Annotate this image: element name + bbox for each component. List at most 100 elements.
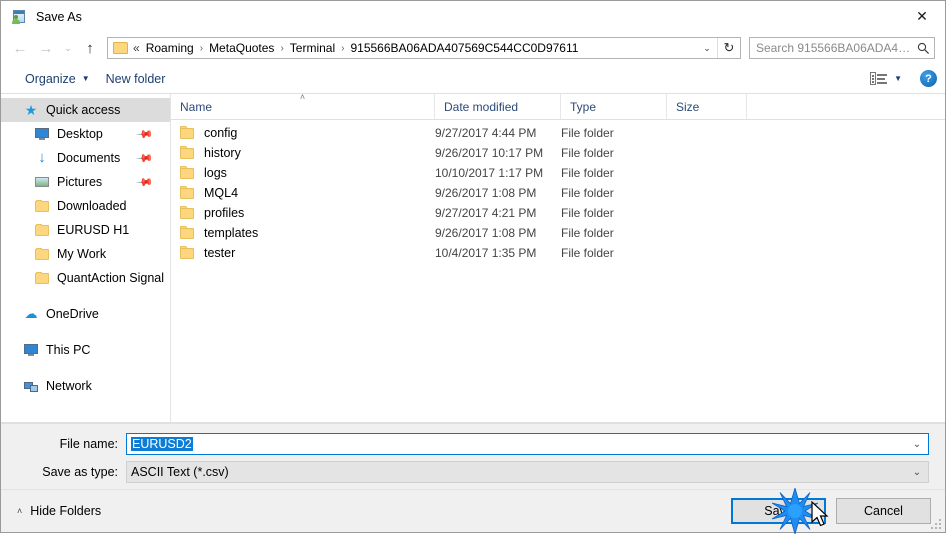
- sidebar-item-downloaded[interactable]: Downloaded: [1, 194, 170, 218]
- sidebar-item-label: Documents: [57, 151, 121, 165]
- sidebar-item-desktop[interactable]: Desktop 📌: [1, 122, 170, 146]
- column-header-label: Date modified: [444, 99, 519, 114]
- folder-icon: [180, 186, 196, 200]
- file-name-label: templates: [204, 226, 259, 240]
- column-header-date-modified[interactable]: Date modified: [435, 94, 561, 119]
- file-date-cell: 9/27/2017 4:21 PM: [435, 206, 537, 220]
- sidebar-item-eurusd-h1[interactable]: EURUSD H1: [1, 218, 170, 242]
- search-box[interactable]: Search 915566BA06ADA40756...: [749, 37, 935, 59]
- table-row[interactable]: templates 9/26/2017 1:08 PM File folder: [171, 223, 945, 243]
- organize-button[interactable]: Organize ▼: [17, 69, 98, 89]
- picture-icon: [34, 174, 50, 190]
- up-icon[interactable]: ↑: [77, 35, 103, 61]
- sidebar-item-label: My Work: [57, 247, 107, 261]
- save-as-type-value: ASCII Text (*.csv): [131, 465, 229, 479]
- file-name-value[interactable]: EURUSD2: [127, 437, 906, 451]
- navigation-bar: ← → ⌄ ↑ « Roaming › MetaQuotes › Termina…: [1, 32, 945, 64]
- sidebar-item-label: OneDrive: [46, 307, 99, 321]
- file-type-cell: File folder: [561, 186, 614, 200]
- search-input[interactable]: Search 915566BA06ADA40756...: [750, 41, 912, 55]
- sidebar-item-label: Network: [46, 379, 92, 393]
- breadcrumb-item-terminal[interactable]: Terminal: [286, 39, 339, 57]
- close-icon[interactable]: ✕: [899, 1, 945, 31]
- table-row[interactable]: profiles 9/27/2017 4:21 PM File folder: [171, 203, 945, 223]
- file-name-row: File name: EURUSD2 ⌄: [1, 433, 945, 455]
- sidebar-item-label: Quick access: [46, 103, 121, 117]
- breadcrumb-separator[interactable]: ›: [278, 43, 285, 54]
- pin-icon[interactable]: 📌: [136, 149, 155, 167]
- table-row[interactable]: history 9/26/2017 10:17 PM File folder: [171, 143, 945, 163]
- column-header-name[interactable]: ˄ Name: [171, 92, 435, 119]
- breadcrumb-overflow[interactable]: «: [131, 39, 142, 57]
- address-bar[interactable]: « Roaming › MetaQuotes › Terminal › 9155…: [107, 37, 741, 59]
- file-name-label: MQL4: [204, 186, 239, 200]
- sidebar-item-my-work[interactable]: My Work: [1, 242, 170, 266]
- column-header-label: Size: [676, 99, 700, 114]
- cloud-icon: ☁: [24, 306, 38, 321]
- pin-icon[interactable]: 📌: [136, 125, 155, 143]
- sidebar-item-label: Pictures: [57, 175, 103, 189]
- table-row[interactable]: tester 10/4/2017 1:35 PM File folder: [171, 243, 945, 263]
- dialog-body: ★ Quick access Desktop 📌 ↓ Documents 📌 P…: [1, 92, 945, 423]
- column-header-size[interactable]: Size: [667, 94, 747, 119]
- save-as-dialog: Save As ✕ ← → ⌄ ↑ « Roaming › MetaQuotes…: [0, 0, 946, 536]
- recent-locations-icon[interactable]: ⌄: [59, 35, 77, 61]
- sidebar-item-pictures[interactable]: Pictures 📌: [1, 170, 170, 194]
- refresh-icon[interactable]: ↻: [718, 38, 740, 58]
- folder-icon: [34, 246, 50, 262]
- table-row[interactable]: MQL4 9/26/2017 1:08 PM File folder: [171, 183, 945, 203]
- breadcrumb: « Roaming › MetaQuotes › Terminal › 9155…: [131, 39, 697, 57]
- sidebar-item-quantaction-signal[interactable]: QuantAction Signal: [1, 266, 170, 290]
- sort-ascending-icon: ˄: [299, 92, 306, 102]
- breadcrumb-separator[interactable]: ›: [198, 43, 205, 54]
- sidebar-item-onedrive[interactable]: ☁ OneDrive: [1, 302, 170, 326]
- footer-buttons: Save Cancel: [731, 498, 931, 524]
- file-name-cell: history: [171, 146, 435, 160]
- new-folder-button[interactable]: New folder: [98, 69, 174, 89]
- column-header-label: Name: [180, 99, 213, 114]
- sidebar-item-quick-access[interactable]: ★ Quick access: [1, 98, 170, 122]
- back-icon[interactable]: ←: [7, 35, 33, 61]
- breadcrumb-separator[interactable]: ›: [339, 43, 346, 54]
- hide-folders-button[interactable]: ˄ Hide Folders: [11, 504, 101, 518]
- save-as-type-select[interactable]: ASCII Text (*.csv) ⌄: [126, 461, 929, 483]
- file-list-pane: ˄ Name Date modified Type Size config 9/…: [171, 92, 945, 422]
- view-options-icon[interactable]: [870, 72, 888, 86]
- column-header-type[interactable]: Type: [561, 94, 667, 119]
- column-header-row: ˄ Name Date modified Type Size: [171, 92, 945, 120]
- chevron-down-icon[interactable]: ⌄: [906, 434, 928, 454]
- help-icon[interactable]: ?: [920, 70, 937, 87]
- file-name-input[interactable]: EURUSD2 ⌄: [126, 433, 929, 455]
- breadcrumb-item-metaquotes[interactable]: MetaQuotes: [205, 39, 278, 57]
- forward-icon[interactable]: →: [33, 35, 59, 61]
- save-as-type-row: Save as type: ASCII Text (*.csv) ⌄: [1, 461, 945, 483]
- folder-icon: [180, 246, 196, 260]
- chevron-down-icon[interactable]: ⌄: [697, 38, 717, 58]
- save-form: File name: EURUSD2 ⌄ Save as type: ASCII…: [1, 423, 945, 489]
- table-row[interactable]: config 9/27/2017 4:44 PM File folder: [171, 123, 945, 143]
- file-type-cell: File folder: [561, 246, 614, 260]
- sidebar-item-this-pc[interactable]: This PC: [1, 338, 170, 362]
- dialog-footer: ˄ Hide Folders Save Cancel: [1, 489, 945, 532]
- cancel-button[interactable]: Cancel: [836, 498, 931, 524]
- file-name-cell: templates: [171, 226, 435, 240]
- breadcrumb-item-roaming[interactable]: Roaming: [142, 39, 198, 57]
- sidebar-item-network[interactable]: Network: [1, 374, 170, 398]
- file-type-cell: File folder: [561, 226, 614, 240]
- save-button[interactable]: Save: [731, 498, 826, 524]
- folder-icon: [180, 126, 196, 140]
- column-header-filler: [747, 94, 945, 119]
- chevron-down-icon[interactable]: ⌄: [906, 462, 928, 482]
- pin-icon[interactable]: 📌: [136, 173, 155, 191]
- table-row[interactable]: logs 10/10/2017 1:17 PM File folder: [171, 163, 945, 183]
- file-name-label: tester: [204, 246, 236, 260]
- resize-grip[interactable]: [929, 517, 941, 529]
- chevron-down-icon[interactable]: ▼: [894, 74, 902, 83]
- breadcrumb-item-terminal-id[interactable]: 915566BA06ADA407569C544CC0D97611: [346, 39, 582, 57]
- sidebar-item-documents[interactable]: ↓ Documents 📌: [1, 146, 170, 170]
- hide-folders-label: Hide Folders: [30, 504, 102, 518]
- network-icon: [23, 378, 39, 394]
- command-toolbar: Organize ▼ New folder ▼ ?: [1, 64, 945, 94]
- file-name-cell: tester: [171, 246, 435, 260]
- file-name-label: File name:: [59, 437, 118, 451]
